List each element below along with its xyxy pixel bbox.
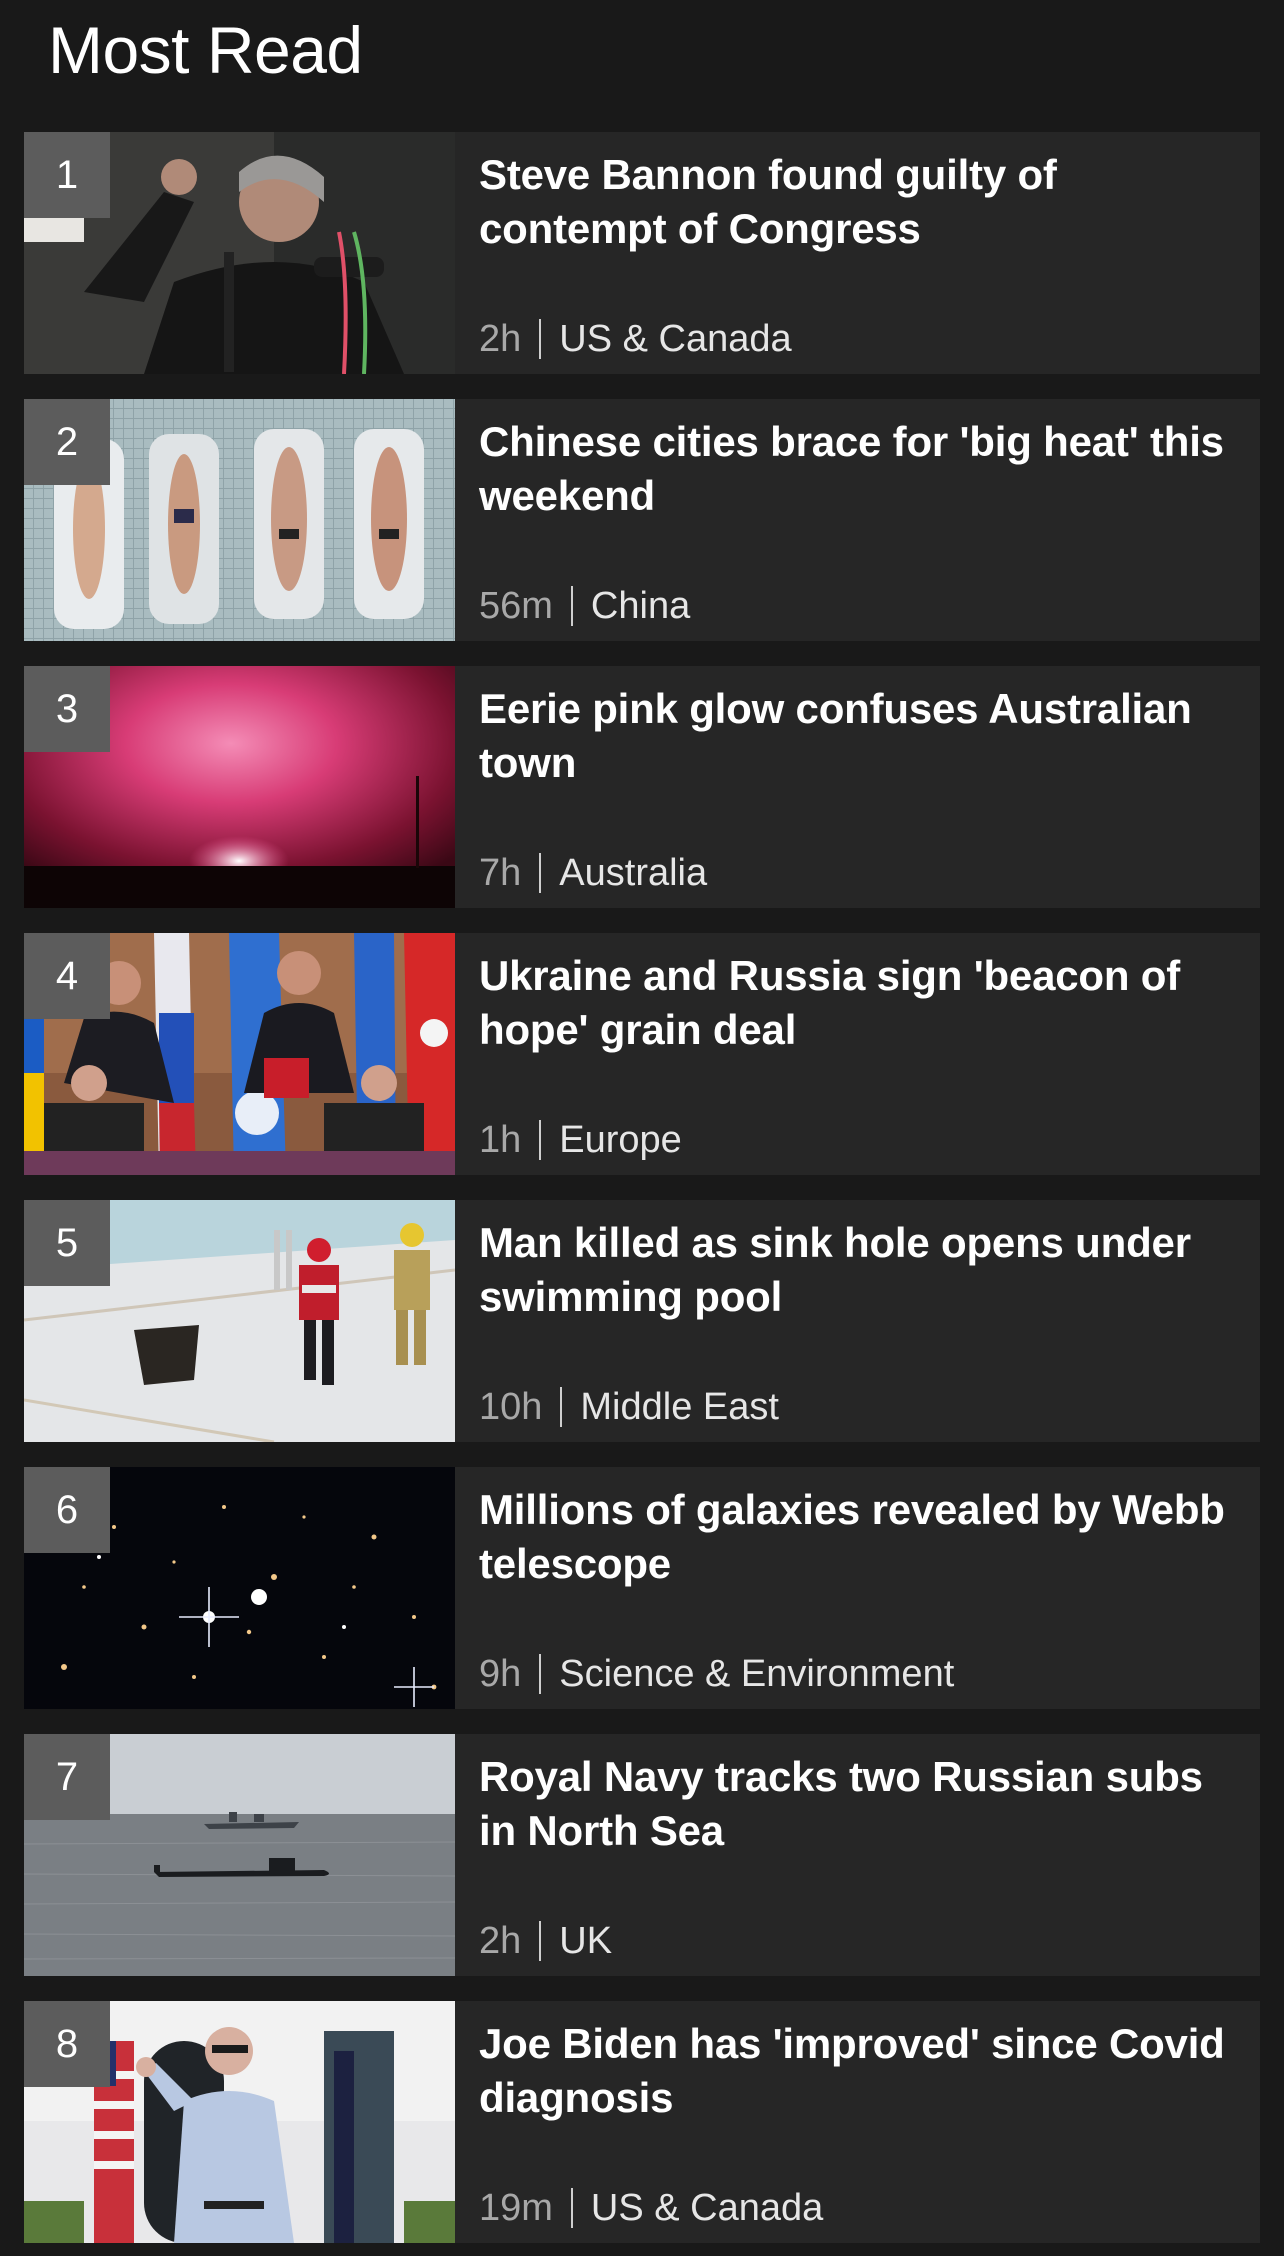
story-thumbnail[interactable]: 5: [24, 1200, 455, 1442]
story-text: Eerie pink glow confuses Australian town…: [455, 666, 1260, 908]
story-timestamp: 19m: [479, 2187, 553, 2229]
story-thumbnail[interactable]: 1: [24, 132, 455, 374]
rank-badge: 4: [24, 933, 110, 1019]
list-item[interactable]: 5 Man killed as sink hole opens under sw…: [24, 1200, 1260, 1442]
story-timestamp: 56m: [479, 585, 553, 627]
story-meta: 9h Science & Environment: [479, 1649, 954, 1699]
meta-divider: [570, 2188, 573, 2228]
story-meta: 2h UK: [479, 1916, 612, 1966]
story-timestamp: 9h: [479, 1653, 522, 1695]
meta-divider: [539, 853, 542, 893]
rank-badge: 7: [24, 1734, 110, 1820]
story-text: Ukraine and Russia sign 'beacon of hope'…: [455, 933, 1260, 1175]
story-headline[interactable]: Millions of galaxies revealed by Webb te…: [479, 1483, 1236, 1591]
story-category[interactable]: Europe: [559, 1115, 682, 1165]
story-headline[interactable]: Chinese cities brace for 'big heat' this…: [479, 415, 1236, 523]
meta-divider: [560, 1387, 563, 1427]
story-meta: 2h US & Canada: [479, 314, 792, 364]
rank-badge: 2: [24, 399, 110, 485]
meta-divider: [539, 1654, 542, 1694]
story-text: Man killed as sink hole opens under swim…: [455, 1200, 1260, 1442]
rank-badge: 1: [24, 132, 110, 218]
story-text: Chinese cities brace for 'big heat' this…: [455, 399, 1260, 641]
list-item[interactable]: 8 Joe Biden has 'improved' since Covid d…: [24, 2001, 1260, 2243]
section-title: Most Read: [48, 13, 363, 87]
story-timestamp: 10h: [479, 1386, 543, 1428]
story-meta: 19m US & Canada: [479, 2183, 823, 2233]
story-category[interactable]: Science & Environment: [559, 1649, 954, 1699]
story-category[interactable]: US & Canada: [591, 2183, 823, 2233]
most-read-list: 1 Steve Bannon found guilty of contempt …: [24, 132, 1260, 2256]
story-meta: 1h Europe: [479, 1115, 682, 1165]
story-timestamp: 2h: [479, 318, 522, 360]
rank-badge: 6: [24, 1467, 110, 1553]
story-thumbnail[interactable]: 3: [24, 666, 455, 908]
list-item[interactable]: 1 Steve Bannon found guilty of contempt …: [24, 132, 1260, 374]
story-meta: 10h Middle East: [479, 1382, 779, 1432]
story-timestamp: 1h: [479, 1119, 522, 1161]
story-timestamp: 2h: [479, 1920, 522, 1962]
story-text: Millions of galaxies revealed by Webb te…: [455, 1467, 1260, 1709]
story-headline[interactable]: Royal Navy tracks two Russian subs in No…: [479, 1750, 1236, 1858]
list-item[interactable]: 3 Eerie pink glow confuses Australian to…: [24, 666, 1260, 908]
meta-divider: [539, 1120, 542, 1160]
meta-divider: [539, 319, 542, 359]
story-text: Steve Bannon found guilty of contempt of…: [455, 132, 1260, 374]
story-text: Joe Biden has 'improved' since Covid dia…: [455, 2001, 1260, 2243]
story-thumbnail[interactable]: 6: [24, 1467, 455, 1709]
story-headline[interactable]: Ukraine and Russia sign 'beacon of hope'…: [479, 949, 1236, 1057]
story-headline[interactable]: Man killed as sink hole opens under swim…: [479, 1216, 1236, 1324]
story-meta: 7h Australia: [479, 848, 707, 898]
story-category[interactable]: Australia: [559, 848, 707, 898]
story-thumbnail[interactable]: 8: [24, 2001, 455, 2243]
story-thumbnail[interactable]: 2: [24, 399, 455, 641]
story-thumbnail[interactable]: 7: [24, 1734, 455, 1976]
list-item[interactable]: 6 Millions of galaxies revealed by Webb …: [24, 1467, 1260, 1709]
rank-badge: 3: [24, 666, 110, 752]
story-headline[interactable]: Steve Bannon found guilty of contempt of…: [479, 148, 1236, 256]
story-thumbnail[interactable]: 4: [24, 933, 455, 1175]
story-category[interactable]: Middle East: [580, 1382, 779, 1432]
rank-badge: 5: [24, 1200, 110, 1286]
story-category[interactable]: China: [591, 581, 690, 631]
story-headline[interactable]: Joe Biden has 'improved' since Covid dia…: [479, 2017, 1236, 2125]
list-item[interactable]: 2 Chinese cities brace for 'big heat' th…: [24, 399, 1260, 641]
story-meta: 56m China: [479, 581, 690, 631]
story-text: Royal Navy tracks two Russian subs in No…: [455, 1734, 1260, 1976]
story-timestamp: 7h: [479, 852, 522, 894]
list-item[interactable]: 7 Royal Navy tracks two Russian subs in …: [24, 1734, 1260, 1976]
story-headline[interactable]: Eerie pink glow confuses Australian town: [479, 682, 1236, 790]
rank-badge: 8: [24, 2001, 110, 2087]
most-read-page: Most Read 1 Steve Bannon found guilty of…: [0, 0, 1284, 2256]
story-category[interactable]: UK: [559, 1916, 612, 1966]
list-item[interactable]: 4 Ukraine and Russia sign 'beacon of hop…: [24, 933, 1260, 1175]
meta-divider: [570, 586, 573, 626]
meta-divider: [539, 1921, 542, 1961]
story-category[interactable]: US & Canada: [559, 314, 791, 364]
